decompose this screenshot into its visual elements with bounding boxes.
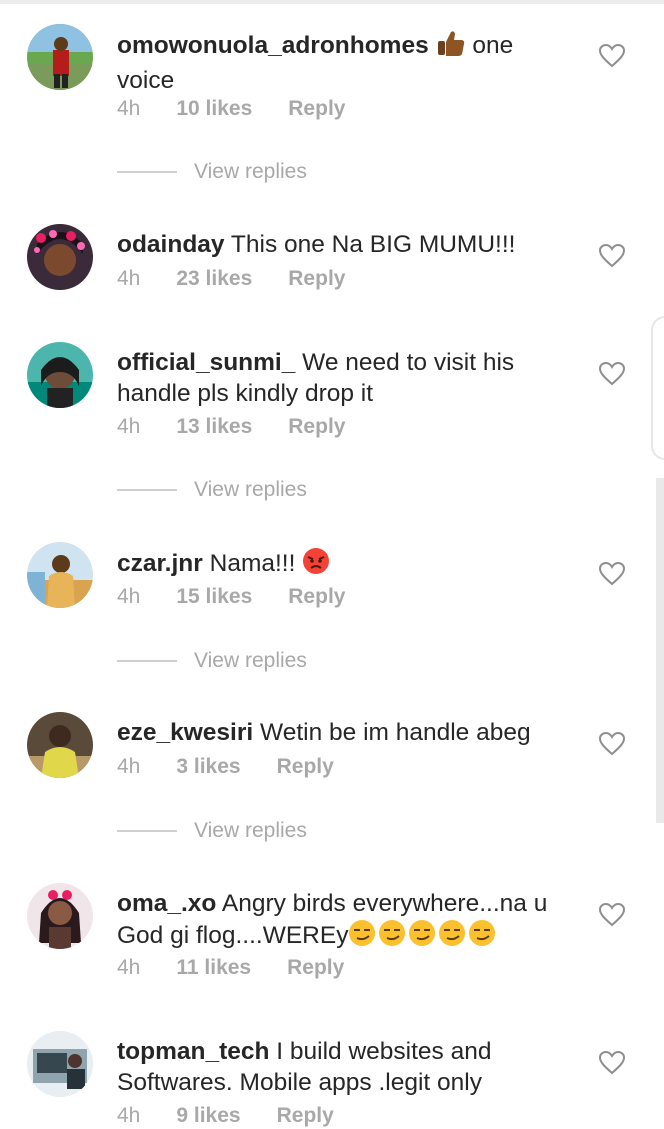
comment-username[interactable]: official_sunmi_ xyxy=(117,349,295,376)
comment-username[interactable]: oma_.xo xyxy=(117,890,216,917)
replies-divider xyxy=(117,489,177,492)
comment-text: official_sunmi_ We need to visit his han… xyxy=(117,347,562,409)
comment-username[interactable]: czar.jnr xyxy=(117,550,203,577)
heart-icon[interactable] xyxy=(599,244,625,268)
comment-time: 4h xyxy=(117,585,141,608)
reply-button[interactable]: Reply xyxy=(288,584,345,610)
replies-divider xyxy=(117,830,177,833)
comment-meta: 4h 15 likes Reply xyxy=(117,584,345,610)
comment-meta: 4h 23 likes Reply xyxy=(117,266,345,292)
comment-time: 4h xyxy=(117,1104,141,1127)
comment-time: 4h xyxy=(117,415,141,438)
heart-icon[interactable] xyxy=(599,44,625,68)
comment-username[interactable]: eze_kwesiri xyxy=(117,719,253,746)
avatar[interactable] xyxy=(27,1031,93,1097)
comment-text: omowonuola_adronhomes one voice xyxy=(117,29,562,96)
likes-count[interactable]: 11 likes xyxy=(176,955,251,981)
comment-meta: 4h 10 likes Reply xyxy=(117,96,345,122)
reply-button[interactable]: Reply xyxy=(287,955,344,981)
reply-button[interactable]: Reply xyxy=(277,1103,334,1129)
comment-text: eze_kwesiri Wetin be im handle abeg xyxy=(117,717,562,748)
view-replies-button[interactable]: View replies xyxy=(117,159,307,185)
comment-text: topman_tech I build websites and Softwar… xyxy=(117,1036,562,1098)
comment-meta: 4h 9 likes Reply xyxy=(117,1103,334,1129)
heart-icon[interactable] xyxy=(599,1051,625,1075)
reply-button[interactable]: Reply xyxy=(288,266,345,292)
comment-meta: 4h 3 likes Reply xyxy=(117,754,334,780)
comment-text: czar.jnr Nama!!! xyxy=(117,547,562,583)
replies-divider xyxy=(117,660,177,663)
likes-count[interactable]: 3 likes xyxy=(176,754,240,780)
likes-count[interactable]: 9 likes xyxy=(176,1103,240,1129)
replies-divider xyxy=(117,171,177,174)
reply-button[interactable]: Reply xyxy=(288,414,345,440)
comment-text: oma_.xo Angry birds everywhere...na u Go… xyxy=(117,888,562,955)
smirk-face-icon xyxy=(348,919,496,955)
view-replies-button[interactable]: View replies xyxy=(117,818,307,844)
likes-count[interactable]: 13 likes xyxy=(176,414,252,440)
view-replies-label: View replies xyxy=(194,160,307,183)
comment-meta: 4h 11 likes Reply xyxy=(117,955,344,981)
comment-body: This one Na BIG MUMU!!! xyxy=(224,231,516,258)
reply-button[interactable]: Reply xyxy=(288,96,345,122)
view-replies-button[interactable]: View replies xyxy=(117,648,307,674)
heart-icon[interactable] xyxy=(599,562,625,586)
view-replies-button[interactable]: View replies xyxy=(117,477,307,503)
comment-time: 4h xyxy=(117,97,141,120)
heart-icon[interactable] xyxy=(599,903,625,927)
comment-username[interactable]: omowonuola_adronhomes xyxy=(117,32,429,59)
scrollbar[interactable] xyxy=(656,478,664,823)
avatar[interactable] xyxy=(27,24,93,90)
view-replies-label: View replies xyxy=(194,478,307,501)
likes-count[interactable]: 10 likes xyxy=(176,96,252,122)
heart-icon[interactable] xyxy=(599,732,625,756)
likes-count[interactable]: 23 likes xyxy=(176,266,252,292)
comment-body: Wetin be im handle abeg xyxy=(253,719,531,746)
side-pull-tab[interactable] xyxy=(651,316,664,460)
heart-icon[interactable] xyxy=(599,362,625,386)
reply-button[interactable]: Reply xyxy=(277,754,334,780)
comment-time: 4h xyxy=(117,956,141,979)
avatar[interactable] xyxy=(27,224,93,290)
angry-face-icon xyxy=(302,547,330,583)
avatar[interactable] xyxy=(27,883,93,949)
likes-count[interactable]: 15 likes xyxy=(176,584,252,610)
comment-username[interactable]: odainday xyxy=(117,231,225,258)
thumbs-up-icon xyxy=(436,29,466,65)
comment-meta: 4h 13 likes Reply xyxy=(117,414,345,440)
top-divider xyxy=(0,0,664,4)
view-replies-label: View replies xyxy=(194,649,307,672)
avatar[interactable] xyxy=(27,712,93,778)
comment-body: Nama!!! xyxy=(202,550,303,577)
comment-time: 4h xyxy=(117,267,141,290)
view-replies-label: View replies xyxy=(194,819,307,842)
avatar[interactable] xyxy=(27,542,93,608)
comment-text: odainday This one Na BIG MUMU!!! xyxy=(117,229,562,260)
comment-time: 4h xyxy=(117,755,141,778)
avatar[interactable] xyxy=(27,342,93,408)
comment-username[interactable]: topman_tech xyxy=(117,1038,269,1065)
